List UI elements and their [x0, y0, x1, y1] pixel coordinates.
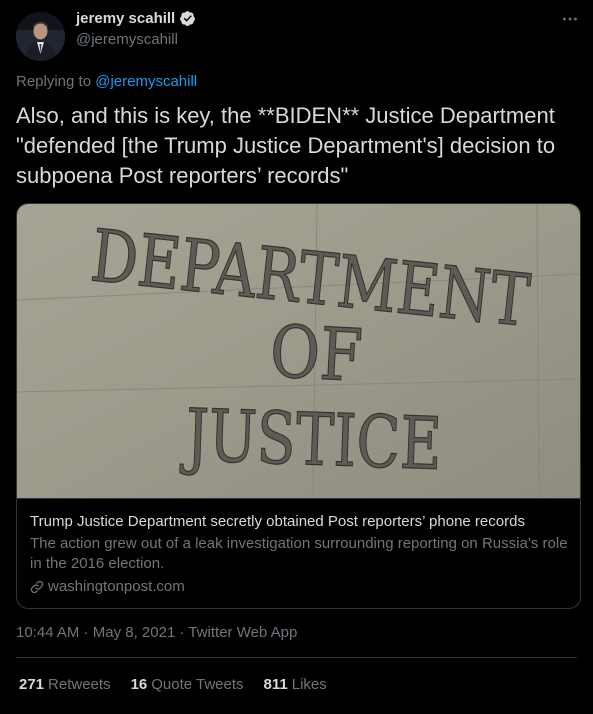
quote-tweets-count: 16: [130, 676, 148, 693]
card-description: The action grew out of a leak investigat…: [30, 535, 568, 572]
divider: [16, 657, 577, 658]
verified-badge-icon: [179, 10, 196, 27]
tweet-source[interactable]: Twitter Web App: [188, 624, 297, 641]
link-icon: [30, 580, 44, 594]
card-image-line-2: OF: [268, 309, 364, 398]
engagement-stats: 271 Retweets 16 Quote Tweets 811 Likes: [19, 676, 327, 693]
meta-separator: ·: [175, 624, 189, 641]
replying-to-line: Replying to @jeremyscahill: [16, 73, 197, 90]
card-domain[interactable]: washingtonpost.com: [48, 577, 185, 597]
likes-count: 811: [263, 676, 288, 693]
meta-separator: ·: [79, 624, 93, 641]
card-image-line-3: JUSTICE: [179, 393, 443, 486]
avatar[interactable]: [16, 12, 65, 61]
likes-label: Likes: [291, 676, 327, 693]
author-handle[interactable]: @jeremyscahill: [76, 31, 178, 48]
quote-tweets-stat[interactable]: 16 Quote Tweets: [131, 676, 244, 693]
tweet: jeremy scahill @jeremyscahill Replying t…: [0, 0, 593, 714]
link-card[interactable]: DEPARTMENT OF JUSTICE Trump Justice Depa…: [16, 203, 581, 609]
tweet-meta: 10:44 AM · May 8, 2021 · Twitter Web App: [16, 624, 297, 641]
author-name-row[interactable]: jeremy scahill: [76, 10, 196, 27]
likes-stat[interactable]: 811 Likes: [264, 676, 327, 693]
card-domain-row[interactable]: washingtonpost.com: [30, 577, 570, 597]
author-name[interactable]: jeremy scahill: [76, 10, 175, 27]
retweets-stat[interactable]: 271 Retweets: [19, 676, 111, 693]
tweet-date[interactable]: May 8, 2021: [93, 624, 176, 641]
card-title[interactable]: Trump Justice Department secretly obtain…: [30, 512, 570, 531]
tweet-time[interactable]: 10:44 AM: [16, 624, 79, 641]
more-dots-icon[interactable]: [561, 10, 579, 28]
card-image[interactable]: DEPARTMENT OF JUSTICE: [17, 204, 580, 499]
retweets-label: Retweets: [48, 676, 111, 693]
replying-to-label: Replying to: [16, 73, 96, 90]
tweet-text: Also, and this is key, the **BIDEN** Jus…: [16, 103, 562, 188]
quote-tweets-label: Quote Tweets: [151, 676, 244, 693]
card-body[interactable]: Trump Justice Department secretly obtain…: [30, 512, 570, 597]
retweets-count: 271: [19, 676, 45, 693]
reply-mention-link[interactable]: @jeremyscahill: [95, 73, 197, 90]
